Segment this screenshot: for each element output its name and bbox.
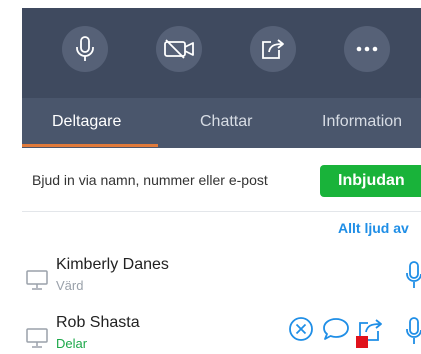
active-tab-indicator — [22, 144, 158, 147]
microphone-icon[interactable] — [406, 260, 421, 290]
remove-participant-icon[interactable] — [288, 316, 314, 342]
computer-icon — [26, 270, 48, 290]
meeting-toolbar — [22, 8, 421, 98]
participant-name: Rob Shasta — [56, 314, 140, 331]
computer-icon — [26, 328, 48, 348]
share-screen-button[interactable] — [250, 26, 296, 72]
mute-all-link[interactable]: Allt ljud av — [338, 220, 409, 236]
share-icon — [262, 39, 284, 59]
tab-information[interactable]: Information — [322, 98, 402, 148]
participant-name: Kimberly Danes — [56, 256, 169, 273]
share-icon[interactable] — [356, 314, 386, 348]
invite-input[interactable] — [32, 168, 320, 192]
panel-tabs: Deltagare Chattar Information — [22, 98, 421, 148]
more-options-button[interactable] — [344, 26, 390, 72]
tab-chats[interactable]: Chattar — [200, 98, 252, 148]
participant-row[interactable]: Rob Shasta Delar — [22, 314, 421, 354]
participant-role: Värd — [56, 278, 84, 293]
microphone-icon — [76, 36, 94, 61]
chat-icon[interactable] — [322, 316, 350, 342]
invite-row: Inbjudan — [22, 150, 421, 212]
video-button[interactable] — [156, 26, 202, 72]
window-left-edge — [0, 0, 22, 354]
tab-participants[interactable]: Deltagare — [52, 98, 121, 148]
video-off-icon — [164, 39, 194, 59]
participant-role: Delar — [56, 336, 88, 351]
invite-button[interactable]: Inbjudan — [320, 165, 421, 197]
microphone-icon[interactable] — [406, 316, 421, 346]
microphone-button[interactable] — [62, 26, 108, 72]
participant-row[interactable]: Kimberly Danes Värd — [22, 256, 421, 300]
more-icon — [356, 46, 378, 52]
